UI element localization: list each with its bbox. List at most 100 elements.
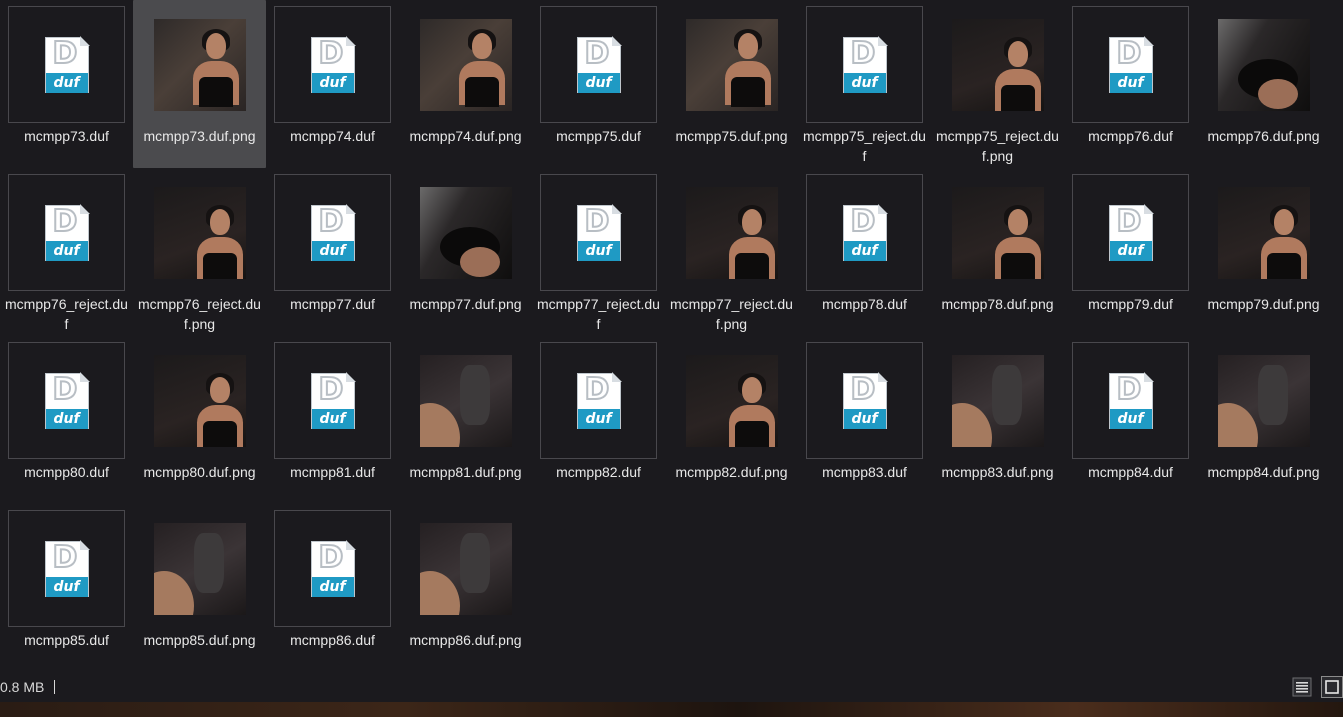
file-thumbnail: Dduf [1072, 342, 1189, 459]
daz-d-glyph: D [52, 539, 79, 575]
file-name-label: mcmpp76.duf [1088, 128, 1173, 144]
details-view-button[interactable] [1291, 676, 1313, 698]
file-item[interactable]: Dduf mcmpp79.duf [1064, 168, 1197, 336]
image-thumbnail [1217, 186, 1310, 279]
duf-file-icon: Dduf [1108, 35, 1154, 93]
file-name-label: mcmpp85.duf [24, 632, 109, 648]
daz-d-glyph: D [318, 539, 345, 575]
file-name-label: mcmpp86.duf.png [409, 632, 522, 648]
file-item[interactable]: Dduf mcmpp76_reject.duf [0, 168, 133, 336]
file-thumbnail [141, 6, 258, 123]
file-thumbnail [1205, 342, 1322, 459]
file-name-label: mcmpp73.duf.png [143, 128, 256, 144]
image-thumbnail [1217, 18, 1310, 111]
file-thumbnail: Dduf [806, 174, 923, 291]
file-item[interactable]: mcmpp76_reject.duf.png [133, 168, 266, 336]
file-thumbnail [673, 174, 790, 291]
file-item[interactable]: mcmpp78.duf.png [931, 168, 1064, 336]
file-item[interactable]: mcmpp85.duf.png [133, 504, 266, 672]
file-name-label: mcmpp78.duf [822, 296, 907, 312]
page-fold [877, 35, 888, 46]
render-shape [1257, 364, 1288, 425]
file-item[interactable]: Dduf mcmpp76.duf [1064, 0, 1197, 168]
file-item[interactable]: Dduf mcmpp78.duf [798, 168, 931, 336]
file-item[interactable]: mcmpp73.duf.png [133, 0, 266, 168]
page-fold [345, 35, 356, 46]
file-item[interactable]: mcmpp82.duf.png [665, 336, 798, 504]
daz-d-glyph: D [318, 203, 345, 239]
figure-head [209, 376, 230, 403]
file-name-label: mcmpp74.duf [290, 128, 375, 144]
file-thumbnail: Dduf [1072, 6, 1189, 123]
page-fold [611, 371, 622, 382]
page-fold [79, 539, 90, 550]
file-item[interactable]: Dduf mcmpp86.duf [266, 504, 399, 672]
file-thumbnail [407, 6, 524, 123]
file-item[interactable]: Dduf mcmpp77.duf [266, 168, 399, 336]
duf-band-label: duf [577, 408, 620, 429]
file-item[interactable]: Dduf mcmpp82.duf [532, 336, 665, 504]
file-item[interactable]: mcmpp83.duf.png [931, 336, 1064, 504]
daz-d-glyph: D [52, 203, 79, 239]
file-item[interactable]: mcmpp76.duf.png [1197, 0, 1330, 168]
duf-band-label: duf [1109, 240, 1152, 261]
file-item[interactable]: Dduf mcmpp75_reject.duf [798, 0, 931, 168]
file-item[interactable]: mcmpp77_reject.duf.png [665, 168, 798, 336]
figure-top [464, 76, 499, 107]
duf-file-icon: Dduf [44, 539, 90, 597]
file-name-label: mcmpp76_reject.duf.png [138, 296, 261, 332]
file-item[interactable]: mcmpp75_reject.duf.png [931, 0, 1064, 168]
file-name-label: mcmpp86.duf [290, 632, 375, 648]
file-item[interactable]: mcmpp80.duf.png [133, 336, 266, 504]
daz-d-glyph: D [52, 35, 79, 71]
file-item[interactable]: mcmpp84.duf.png [1197, 336, 1330, 504]
file-thumbnail [939, 342, 1056, 459]
large-icons-view-icon [1325, 680, 1339, 694]
figure-top [1000, 252, 1035, 279]
file-name-label: mcmpp84.duf.png [1207, 464, 1320, 480]
file-thumbnail [939, 6, 1056, 123]
file-item[interactable]: Dduf mcmpp75.duf [532, 0, 665, 168]
file-thumbnail: Dduf [540, 6, 657, 123]
file-item[interactable]: Dduf mcmpp80.duf [0, 336, 133, 504]
file-name-label: mcmpp75_reject.duf.png [936, 128, 1059, 164]
file-item[interactable]: Dduf mcmpp85.duf [0, 504, 133, 672]
file-item[interactable]: mcmpp86.duf.png [399, 504, 532, 672]
file-item[interactable]: mcmpp75.duf.png [665, 0, 798, 168]
figure-head [471, 32, 492, 59]
figure-head [205, 32, 226, 59]
file-item[interactable]: mcmpp77.duf.png [399, 168, 532, 336]
daz-d-glyph: D [584, 203, 611, 239]
large-icons-view-button[interactable] [1321, 676, 1343, 698]
file-thumbnail [407, 510, 524, 627]
file-item[interactable]: mcmpp74.duf.png [399, 0, 532, 168]
duf-band-label: duf [1109, 72, 1152, 93]
file-thumbnail: Dduf [274, 342, 391, 459]
duf-band-label: duf [311, 408, 354, 429]
daz-d-glyph: D [318, 35, 345, 71]
file-item[interactable]: Dduf mcmpp77_reject.duf [532, 168, 665, 336]
file-name-label: mcmpp77_reject.duf.png [670, 296, 793, 332]
file-name-label: mcmpp74.duf.png [409, 128, 522, 144]
duf-file-icon: Dduf [1108, 371, 1154, 429]
daz-d-glyph: D [1116, 203, 1143, 239]
figure-head [209, 208, 230, 235]
file-thumbnail [141, 342, 258, 459]
image-thumbnail [153, 354, 246, 447]
file-item[interactable]: Dduf mcmpp74.duf [266, 0, 399, 168]
page-fold [79, 203, 90, 214]
image-thumbnail [1217, 354, 1310, 447]
file-item[interactable]: mcmpp79.duf.png [1197, 168, 1330, 336]
file-item[interactable]: Dduf mcmpp84.duf [1064, 336, 1197, 504]
file-item[interactable]: Dduf mcmpp81.duf [266, 336, 399, 504]
file-item[interactable]: mcmpp81.duf.png [399, 336, 532, 504]
daz-d-glyph: D [850, 371, 877, 407]
duf-file-icon: Dduf [576, 203, 622, 261]
file-item[interactable]: Dduf mcmpp83.duf [798, 336, 931, 504]
file-thumbnail [939, 174, 1056, 291]
figure-top [1000, 84, 1035, 111]
file-item[interactable]: Dduf mcmpp73.duf [0, 0, 133, 168]
duf-file-icon: Dduf [1108, 203, 1154, 261]
image-thumbnail [153, 522, 246, 615]
figure-top [202, 420, 237, 447]
